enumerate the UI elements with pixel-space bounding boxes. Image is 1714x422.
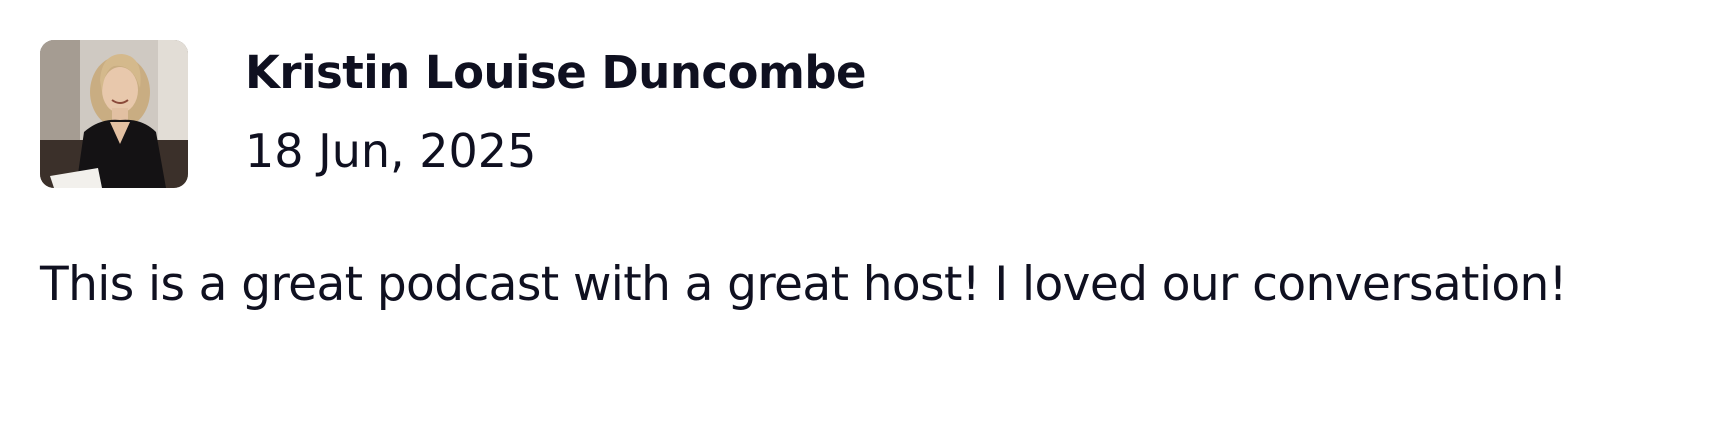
reviewer-name: Kristin Louise Duncombe bbox=[245, 46, 867, 99]
avatar-photo-icon bbox=[40, 40, 188, 188]
review-card: Kristin Louise Duncombe 18 Jun, 2025 Thi… bbox=[0, 0, 1714, 422]
review-text: This is a great podcast with a great hos… bbox=[40, 257, 1568, 312]
review-date: 18 Jun, 2025 bbox=[245, 124, 537, 178]
avatar bbox=[40, 40, 188, 188]
